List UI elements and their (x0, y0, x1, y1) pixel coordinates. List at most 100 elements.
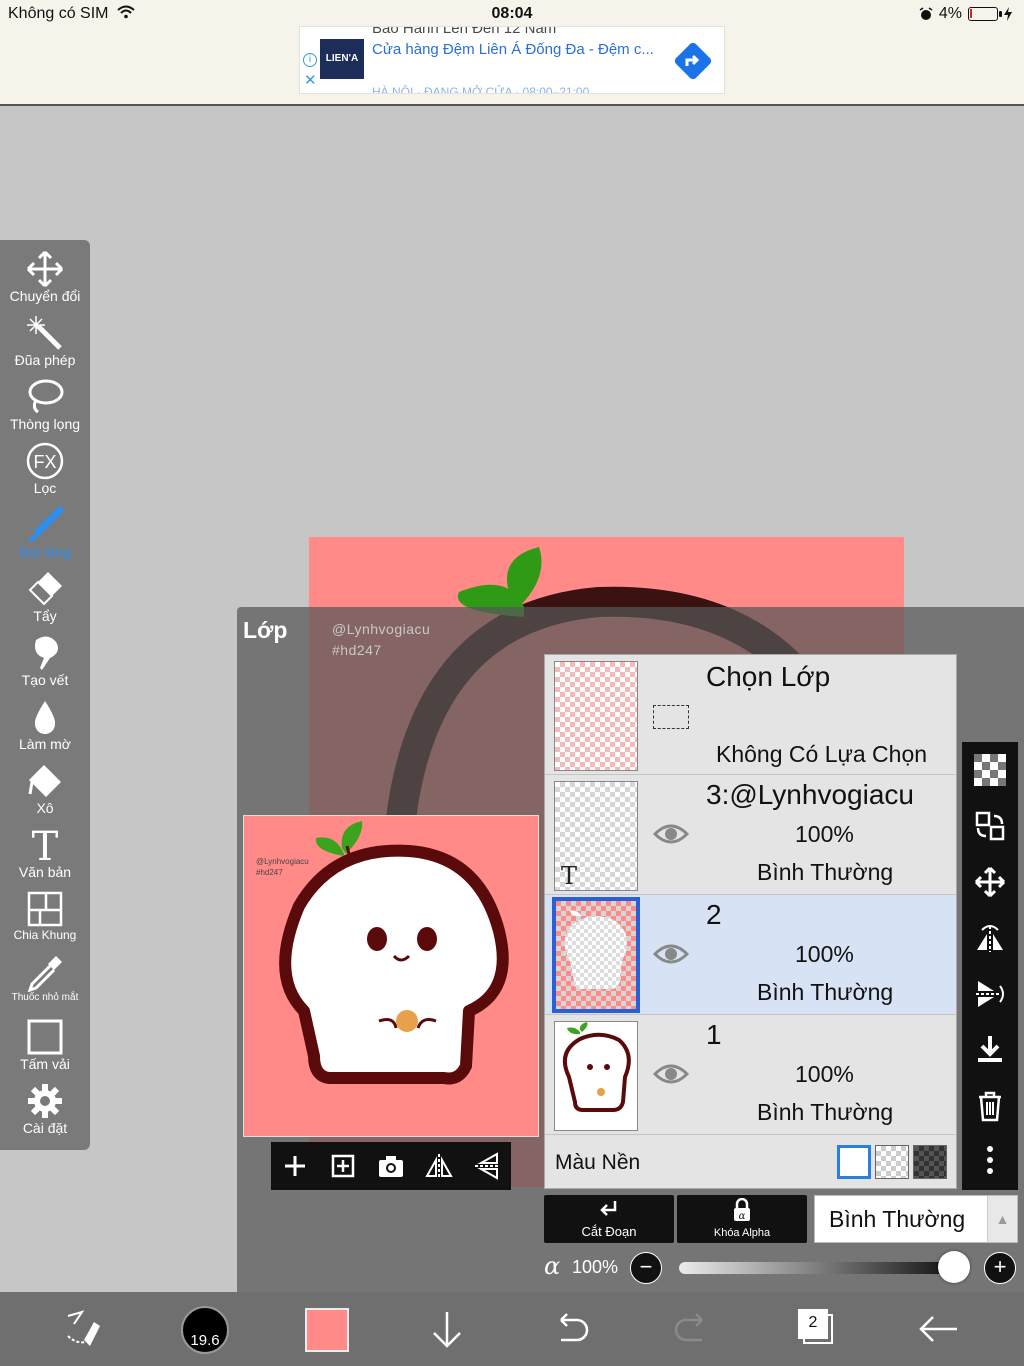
redo-icon[interactable] (670, 1306, 716, 1352)
bg-white-swatch[interactable] (837, 1145, 871, 1179)
tool-label: Bút lông (19, 544, 71, 560)
ad-directions-button[interactable] (673, 41, 713, 81)
move-icon[interactable] (974, 866, 1006, 898)
tool-transform[interactable]: Chuyển đổi (0, 250, 90, 314)
alarm-icon (919, 7, 933, 20)
opacity-slider-knob[interactable] (938, 1251, 970, 1283)
opacity-slider[interactable] (679, 1262, 954, 1274)
ad-title[interactable]: Cửa hàng Đệm Liên Á Đống Đa - Đệm c... (372, 41, 654, 58)
watermark-line2: #hd247 (332, 642, 382, 658)
tool-magic-wand[interactable]: Đũa phép (0, 314, 90, 378)
gear-icon (28, 1084, 62, 1118)
tool-lasso[interactable]: Thòng lọng (0, 378, 90, 442)
brush-size-indicator[interactable]: 19.6 (181, 1306, 229, 1354)
preview-watermark-line2: #hd247 (256, 868, 283, 877)
text-layer-icon: T (561, 862, 578, 890)
tool-label: Làm mờ (19, 736, 71, 752)
more-options-icon[interactable] (974, 1144, 1006, 1176)
tool-label: Văn bản (18, 864, 72, 880)
merge-down-icon[interactable] (974, 1034, 1006, 1066)
ad-info-icon[interactable]: i (303, 53, 317, 67)
checker-pattern-icon[interactable] (974, 754, 1006, 786)
flip-horizontal-icon[interactable] (423, 1150, 455, 1182)
background-label: Màu Nền (555, 1151, 641, 1174)
canvas-icon (27, 1019, 63, 1055)
move-arrows-icon (26, 250, 64, 288)
opacity-increase-button[interactable]: + (984, 1252, 1016, 1284)
ad-headline: Bảo Hành Lên Đến 12 Năm (372, 26, 557, 37)
ad-logo: LIEN'A (320, 39, 364, 79)
tool-settings[interactable]: Cài đặt (0, 1082, 90, 1146)
layer-thumbnail (552, 897, 640, 1013)
frame-divider-icon (27, 891, 63, 927)
alpha-lock-button[interactable]: α Khóa Alpha (677, 1195, 807, 1243)
visibility-eye-icon[interactable] (653, 940, 689, 968)
tool-filter[interactable]: FX Lọc (0, 442, 90, 506)
flip-vertical-icon[interactable] (974, 978, 1006, 1010)
selection-status: Không Có Lựa Chọn (716, 741, 928, 767)
battery-percent: 4% (938, 5, 962, 22)
selection-layer-row[interactable]: Chọn Lớp Không Có Lựa Chọn (545, 655, 956, 775)
visibility-eye-icon[interactable] (653, 1060, 689, 1088)
tool-label: Thuốc nhỏ mắt (11, 992, 79, 1003)
bucket-icon (28, 765, 61, 797)
opacity-value: 100% (572, 1257, 619, 1277)
tool-bucket[interactable]: Xô (0, 762, 90, 826)
charging-icon (1004, 7, 1012, 21)
status-bar: Không có SIM 08:04 4% i ✕ LIEN'A Bảo Hàn… (0, 0, 1024, 106)
current-color-swatch[interactable] (305, 1308, 349, 1352)
bg-transparent-swatch[interactable] (875, 1145, 909, 1179)
add-layer-box-icon[interactable] (327, 1150, 359, 1182)
down-arrow-icon[interactable] (424, 1306, 470, 1352)
layers-button[interactable]: 2 (795, 1306, 839, 1352)
layer-row-selected[interactable]: 2 100% Bình Thường (545, 895, 956, 1015)
brush-size-value: 19.6 (190, 1332, 220, 1349)
layer-2-thumb-art (564, 910, 627, 989)
layer-row[interactable]: T 3:@Lynhvogiacu 100% Bình Thường (545, 775, 956, 895)
back-arrow-icon[interactable] (915, 1306, 961, 1352)
selection-marquee-icon (653, 705, 689, 729)
ad-close-icon[interactable]: ✕ (304, 71, 317, 89)
layer-opacity: 100% (795, 821, 854, 847)
add-layer-icon[interactable] (279, 1150, 311, 1182)
opacity-decrease-button[interactable]: − (630, 1252, 662, 1284)
alpha-symbol: α (544, 1252, 561, 1280)
tool-smudge[interactable]: Tạo vết (0, 634, 90, 698)
tool-brush[interactable]: Bút lông (0, 506, 90, 570)
tool-label: Chia Khung (13, 928, 77, 942)
advertisement-banner[interactable]: i ✕ LIEN'A Bảo Hành Lên Đến 12 Năm Cửa h… (299, 26, 725, 94)
trash-icon[interactable] (974, 1090, 1006, 1122)
magic-wand-icon (27, 316, 62, 350)
layer-blend-mode: Bình Thường (757, 979, 894, 1005)
eraser-icon (28, 572, 62, 606)
transform-selection-icon[interactable] (62, 1306, 108, 1352)
tool-frame-divider[interactable]: Chia Khung (0, 890, 90, 954)
clock: 08:04 (491, 5, 533, 22)
layer-thumbnail (554, 1021, 638, 1131)
clipping-button[interactable]: Cắt Đoạn (544, 1195, 674, 1243)
bottom-toolbar: 19.6 2 (0, 1292, 1024, 1366)
flip-vertical-icon[interactable] (471, 1150, 503, 1182)
tool-label: Tẩy (33, 608, 57, 624)
tool-text[interactable]: T Văn bản (0, 826, 90, 890)
tool-label: Cài đặt (22, 1120, 68, 1136)
tool-blur[interactable]: Làm mờ (0, 698, 90, 762)
undo-icon[interactable] (547, 1306, 593, 1352)
visibility-eye-icon[interactable] (653, 820, 689, 848)
layer-opacity: 100% (795, 1061, 854, 1087)
bg-dark-swatch[interactable] (913, 1145, 947, 1179)
tool-label: Chuyển đổi (9, 288, 81, 304)
layer-row[interactable]: 1 100% Bình Thường (545, 1015, 956, 1135)
tool-canvas[interactable]: Tấm vải (0, 1018, 90, 1082)
tool-eyedropper[interactable]: Thuốc nhỏ mắt (0, 954, 90, 1018)
watermark-line1: @Lynhvogiacu (332, 621, 431, 637)
tool-eraser[interactable]: Tẩy (0, 570, 90, 634)
camera-icon[interactable] (375, 1150, 407, 1182)
layer-list: Chọn Lớp Không Có Lựa Chọn T 3:@Lynhvogi… (544, 654, 957, 1189)
panel-title: Lớp (243, 617, 288, 643)
blend-mode-select[interactable]: Bình Thường ▲ (814, 1195, 1018, 1243)
flip-horizontal-icon[interactable] (974, 922, 1006, 954)
swap-layers-icon[interactable] (974, 810, 1006, 842)
lasso-icon (28, 379, 64, 414)
tool-label: Tạo vết (21, 672, 69, 688)
